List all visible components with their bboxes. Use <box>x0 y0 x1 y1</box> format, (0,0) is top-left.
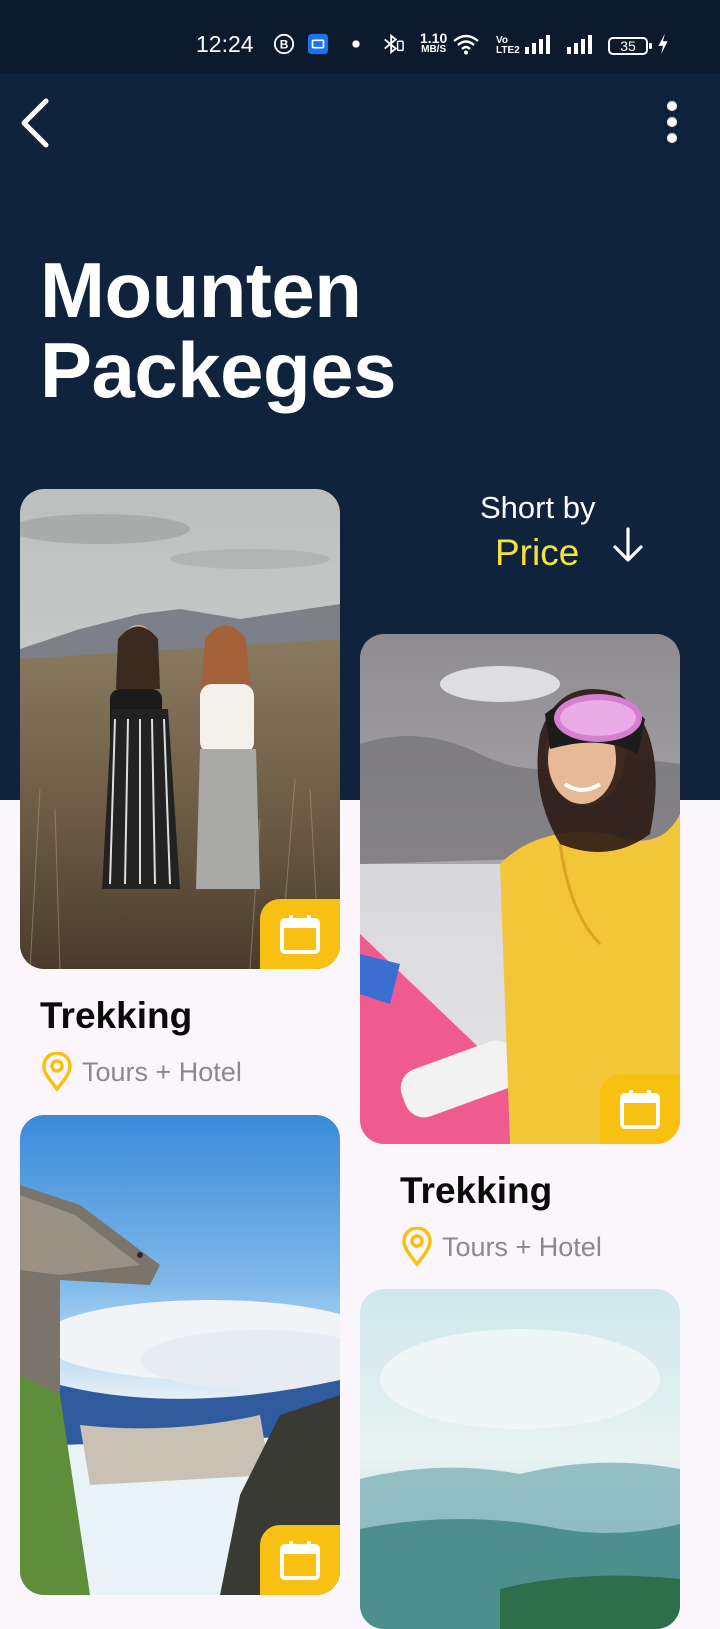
cliff-photo <box>20 1115 340 1595</box>
package-meta-text-2: Tours + Hotel <box>442 1231 602 1262</box>
status-time: 12:24 <box>196 31 254 57</box>
arrow-down-icon <box>613 527 643 562</box>
sort-value: Price <box>495 532 580 573</box>
svg-text:B: B <box>280 38 289 52</box>
network-speed: 1.10 MB/S <box>420 30 448 55</box>
charging-icon <box>658 33 668 55</box>
wifi-icon <box>453 34 479 55</box>
page-title: Mounten Packeges <box>40 250 396 410</box>
more-options-icon[interactable] <box>652 98 692 148</box>
b-app-icon: B <box>273 33 295 55</box>
location-pin-icon <box>402 1227 432 1267</box>
battery-icon: 35 <box>608 37 652 55</box>
calendar-button[interactable] <box>600 1074 680 1144</box>
calendar-icon <box>280 915 320 954</box>
package-card-field[interactable] <box>20 489 340 969</box>
package-title-2: Trekking <box>400 1170 553 1211</box>
calendar-button[interactable] <box>260 899 340 969</box>
notification-dot-icon <box>352 40 360 48</box>
wallet-app-icon <box>307 33 329 55</box>
package-card-hills[interactable] <box>360 1289 680 1629</box>
package-card-cliff[interactable] <box>20 1115 340 1595</box>
calendar-button[interactable] <box>260 1525 340 1595</box>
field-photo <box>20 489 340 969</box>
package-card-snow[interactable] <box>360 634 680 1144</box>
page-title-line2: Packeges <box>40 326 396 414</box>
package-title-1: Trekking <box>40 995 193 1036</box>
calendar-icon <box>280 1541 320 1580</box>
package-meta-2: Tours + Hotel <box>400 1227 602 1267</box>
package-meta-1: Tours + Hotel <box>40 1052 242 1092</box>
signal-icon-2 <box>567 35 592 54</box>
back-button[interactable] <box>14 95 58 151</box>
status-bar: 12:24 B 1.10 MB/S Vo LTE2 35 <box>0 0 720 74</box>
hills-photo <box>360 1289 680 1629</box>
bluetooth-icon <box>384 33 404 55</box>
package-meta-text-1: Tours + Hotel <box>82 1056 242 1087</box>
signal-icon-1 <box>525 35 550 54</box>
snow-photo <box>360 634 680 1144</box>
page-title-line1: Mounten <box>40 246 362 334</box>
sort-label: Short by <box>480 490 596 525</box>
volte-indicator: Vo LTE2 <box>496 35 520 56</box>
sort-by-control[interactable]: Short by Price <box>470 490 670 585</box>
location-pin-icon <box>42 1052 72 1092</box>
calendar-icon <box>620 1090 660 1129</box>
